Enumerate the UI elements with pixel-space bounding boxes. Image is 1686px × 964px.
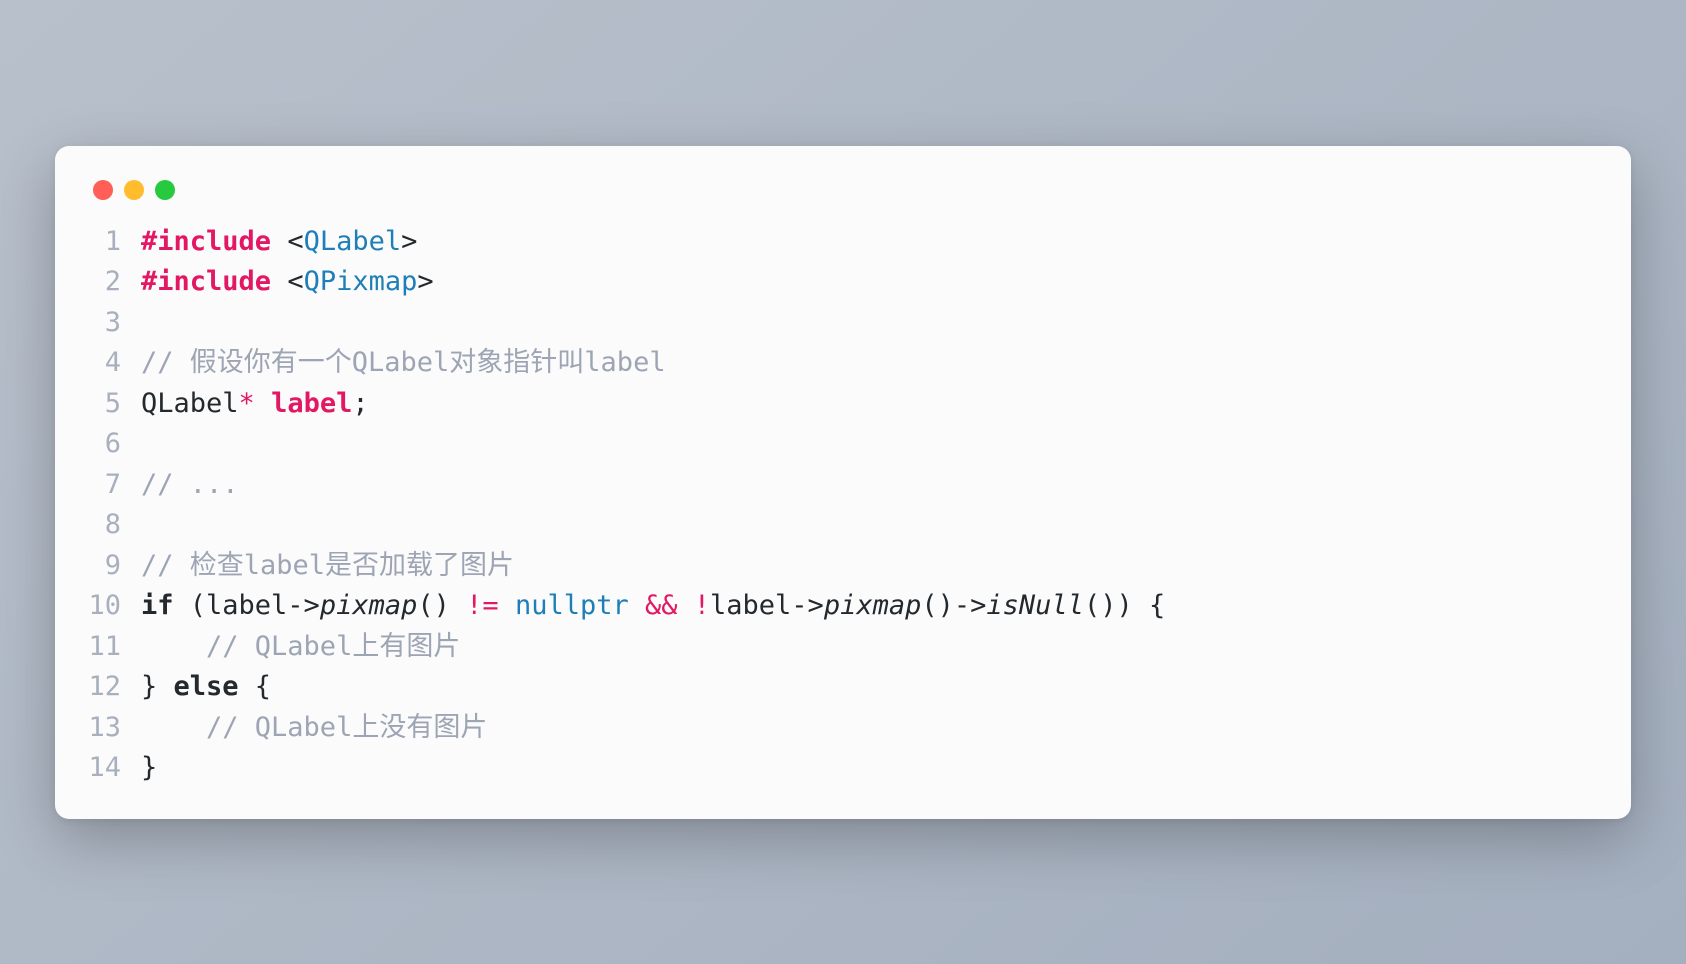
line-content: // 检查label是否加载了图片 xyxy=(141,546,514,587)
code-token: ; xyxy=(352,388,368,419)
code-window: 1#include <QLabel>2#include <QPixmap>3 4… xyxy=(55,146,1631,819)
line-number: 10 xyxy=(85,586,141,627)
code-token: ()-> xyxy=(921,590,986,621)
code-token: pixmap xyxy=(824,590,922,621)
code-token: pixmap xyxy=(320,590,418,621)
code-line: 9// 检查label是否加载了图片 xyxy=(85,546,1601,587)
code-token: // QLabel上有图片 xyxy=(141,631,460,662)
code-token: } xyxy=(141,671,174,702)
line-number: 14 xyxy=(85,748,141,789)
code-token: && ! xyxy=(629,590,710,621)
code-token: QPixmap xyxy=(304,266,418,297)
line-number: 2 xyxy=(85,262,141,303)
code-line: 8 xyxy=(85,505,1601,546)
code-line: 14} xyxy=(85,748,1601,789)
line-content xyxy=(141,424,157,465)
line-content xyxy=(141,303,157,344)
line-number: 3 xyxy=(85,303,141,344)
line-content: QLabel* label; xyxy=(141,384,369,425)
code-token: > xyxy=(417,266,433,297)
code-line: 2#include <QPixmap> xyxy=(85,262,1601,303)
code-line: 13 // QLabel上没有图片 xyxy=(85,708,1601,749)
code-token: // QLabel上没有图片 xyxy=(141,712,487,743)
code-token: # xyxy=(141,226,157,257)
line-content: #include <QPixmap> xyxy=(141,262,434,303)
code-line: 5QLabel* label; xyxy=(85,384,1601,425)
line-content: } else { xyxy=(141,667,271,708)
code-token: # xyxy=(141,266,157,297)
code-token: // ... xyxy=(141,469,239,500)
code-token: < xyxy=(287,226,303,257)
code-token: > xyxy=(401,226,417,257)
code-line: 11 // QLabel上有图片 xyxy=(85,627,1601,668)
code-token: if xyxy=(141,590,174,621)
close-icon[interactable] xyxy=(93,180,113,200)
code-token: (label-> xyxy=(174,590,320,621)
minimize-icon[interactable] xyxy=(124,180,144,200)
code-line: 6 xyxy=(85,424,1601,465)
code-token: // 检查label是否加载了图片 xyxy=(141,550,514,581)
code-token: QLabel xyxy=(141,388,239,419)
code-token: * xyxy=(239,388,272,419)
code-line: 7// ... xyxy=(85,465,1601,506)
code-token: != xyxy=(466,590,515,621)
code-token: // 假设你有一个QLabel对象指针叫label xyxy=(141,347,666,378)
code-token: QLabel xyxy=(304,226,402,257)
code-block: 1#include <QLabel>2#include <QPixmap>3 4… xyxy=(85,222,1601,789)
line-content: if (label->pixmap() != nullptr && !label… xyxy=(141,586,1165,627)
zoom-icon[interactable] xyxy=(155,180,175,200)
code-token: } xyxy=(141,752,157,783)
line-number: 4 xyxy=(85,343,141,384)
code-token: isNull xyxy=(986,590,1084,621)
code-token: else xyxy=(174,671,239,702)
line-content: // QLabel上有图片 xyxy=(141,627,460,668)
code-token: nullptr xyxy=(515,590,629,621)
line-content: #include <QLabel> xyxy=(141,222,417,263)
line-number: 11 xyxy=(85,627,141,668)
line-content: } xyxy=(141,748,157,789)
line-content xyxy=(141,505,157,546)
code-token: label xyxy=(271,388,352,419)
code-line: 4// 假设你有一个QLabel对象指针叫label xyxy=(85,343,1601,384)
line-number: 13 xyxy=(85,708,141,749)
line-number: 5 xyxy=(85,384,141,425)
line-number: 7 xyxy=(85,465,141,506)
code-token: ()) { xyxy=(1084,590,1165,621)
code-line: 12} else { xyxy=(85,667,1601,708)
line-content: // ... xyxy=(141,465,239,506)
line-number: 1 xyxy=(85,222,141,263)
code-line: 3 xyxy=(85,303,1601,344)
line-number: 6 xyxy=(85,424,141,465)
code-token: include xyxy=(157,226,287,257)
code-token: label-> xyxy=(710,590,824,621)
code-token: include xyxy=(157,266,287,297)
line-number: 9 xyxy=(85,546,141,587)
line-content: // 假设你有一个QLabel对象指针叫label xyxy=(141,343,666,384)
traffic-lights xyxy=(85,172,1601,222)
code-line: 10if (label->pixmap() != nullptr && !lab… xyxy=(85,586,1601,627)
code-token: { xyxy=(239,671,272,702)
code-token: < xyxy=(287,266,303,297)
line-number: 8 xyxy=(85,505,141,546)
line-content: // QLabel上没有图片 xyxy=(141,708,487,749)
code-line: 1#include <QLabel> xyxy=(85,222,1601,263)
code-token: () xyxy=(417,590,466,621)
line-number: 12 xyxy=(85,667,141,708)
